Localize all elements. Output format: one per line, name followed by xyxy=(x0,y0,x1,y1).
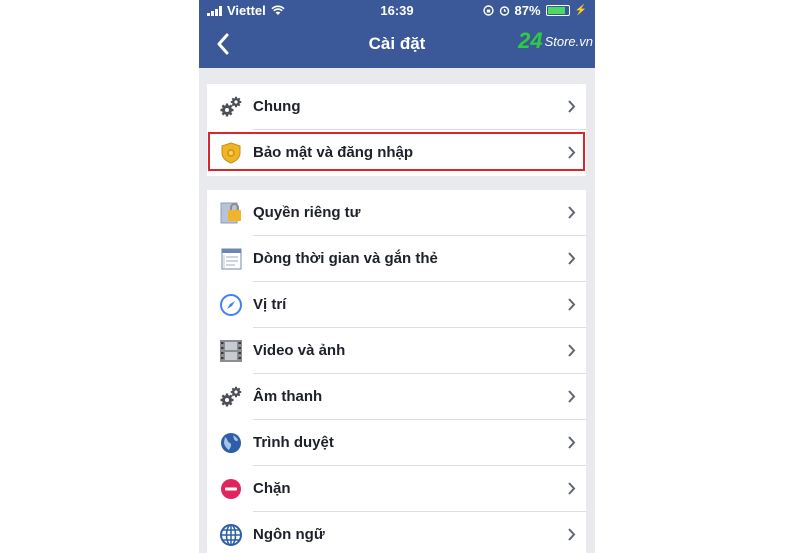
battery-percent: 87% xyxy=(514,3,541,18)
gears-icon xyxy=(219,385,243,409)
settings-item-label: Bảo mật và đăng nhập xyxy=(253,144,414,161)
settings-item-video-photos[interactable]: Video và ảnh xyxy=(207,328,586,374)
chevron-right-icon xyxy=(568,298,576,311)
gears-icon xyxy=(219,95,243,119)
settings-item-sound[interactable]: Âm thanh xyxy=(207,374,586,420)
charging-icon: ⚡ xyxy=(574,5,587,16)
timeline-icon xyxy=(219,247,243,271)
block-icon xyxy=(219,477,243,501)
chevron-right-icon xyxy=(568,252,576,265)
settings-item-location[interactable]: Vị trí xyxy=(207,282,586,328)
settings-item-label: Trình duyệt xyxy=(253,434,334,451)
chevron-right-icon xyxy=(568,436,576,449)
lock-icon xyxy=(219,201,243,225)
compass-icon xyxy=(219,293,243,317)
chevron-right-icon xyxy=(568,528,576,541)
header: Viettel 16:39 87% ⚡ Cài đặt 24 Store.vn xyxy=(199,0,595,68)
settings-item-label: Video và ảnh xyxy=(253,342,346,359)
chevron-right-icon xyxy=(568,390,576,403)
settings-item-label: Chặn xyxy=(253,480,291,497)
settings-item-label: Âm thanh xyxy=(253,388,323,405)
battery-icon xyxy=(545,5,570,16)
watermark-text: Store.vn xyxy=(544,33,593,49)
settings-item-label: Quyền riêng tư xyxy=(253,204,361,221)
orientation-lock-icon xyxy=(482,5,494,16)
settings-item-label: Vị trí xyxy=(253,296,287,313)
chevron-right-icon xyxy=(568,146,576,159)
globe-icon xyxy=(219,431,243,455)
settings-item-timeline-tagging[interactable]: Dòng thời gian và gắn thẻ xyxy=(207,236,586,282)
language-globe-icon xyxy=(219,523,243,547)
chevron-right-icon xyxy=(568,100,576,113)
settings-item-label: Ngôn ngữ xyxy=(253,526,325,543)
chevron-right-icon xyxy=(568,206,576,219)
phone-screen: Viettel 16:39 87% ⚡ Cài đặt 24 Store.vn … xyxy=(199,0,595,553)
settings-item-blocking[interactable]: Chặn xyxy=(207,466,586,512)
settings-item-browser[interactable]: Trình duyệt xyxy=(207,420,586,466)
settings-item-security-login[interactable]: Bảo mật và đăng nhập xyxy=(207,130,586,176)
navigation-bar: Cài đặt 24 Store.vn xyxy=(199,22,595,68)
settings-item-label: Chung xyxy=(253,98,301,115)
settings-item-general[interactable]: Chung xyxy=(207,84,586,130)
settings-group-1: Chung Bảo mật và đăng nhập xyxy=(207,84,586,176)
settings-item-privacy[interactable]: Quyền riêng tư xyxy=(207,190,586,236)
chevron-right-icon xyxy=(568,482,576,495)
watermark-logo: 24 Store.vn xyxy=(518,28,593,54)
settings-item-label: Dòng thời gian và gắn thẻ xyxy=(253,250,438,267)
watermark-number: 24 xyxy=(518,28,543,53)
film-icon xyxy=(219,339,243,363)
chevron-right-icon xyxy=(568,344,576,357)
settings-item-language[interactable]: Ngôn ngữ xyxy=(207,512,586,553)
status-bar: Viettel 16:39 87% ⚡ xyxy=(199,0,595,22)
settings-group-2: Quyền riêng tư Dòng thời gian và gắn thẻ xyxy=(207,190,586,553)
alarm-icon xyxy=(499,6,509,16)
shield-badge-icon xyxy=(219,141,243,165)
